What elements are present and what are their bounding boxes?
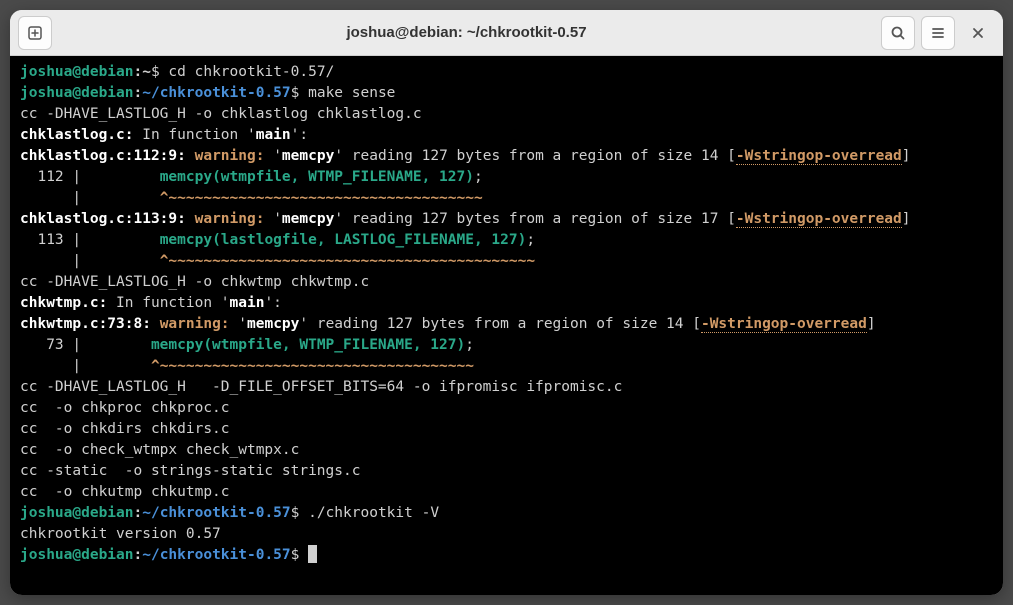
terminal-line: joshua@debian:~/chkrootkit-0.57$ ./chkro… — [20, 503, 993, 524]
terminal-line: joshua@debian:~/chkrootkit-0.57$ make se… — [20, 83, 993, 104]
terminal-line: chkwtmp.c:73:8: warning: 'memcpy' readin… — [20, 314, 993, 335]
terminal-line: cc -DHAVE_LASTLOG_H -D_FILE_OFFSET_BITS=… — [20, 377, 993, 398]
terminal-line: cc -static -o strings-static strings.c — [20, 461, 993, 482]
terminal-line: 73 | memcpy(wtmpfile, WTMP_FILENAME, 127… — [20, 335, 993, 356]
terminal-line: joshua@debian:~/chkrootkit-0.57$ — [20, 545, 993, 566]
terminal-line: 112 | memcpy(wtmpfile, WTMP_FILENAME, 12… — [20, 167, 993, 188]
terminal-line: cc -DHAVE_LASTLOG_H -o chkwtmp chkwtmp.c — [20, 272, 993, 293]
warning-label: warning: — [195, 148, 274, 164]
close-button[interactable] — [961, 16, 995, 50]
terminal-line: 113 | memcpy(lastlogfile, LASTLOG_FILENA… — [20, 230, 993, 251]
new-tab-button[interactable] — [18, 16, 52, 50]
menu-button[interactable] — [921, 16, 955, 50]
terminal-line: chklastlog.c: In function 'main': — [20, 125, 993, 146]
prompt-user: joshua@debian — [20, 64, 134, 80]
terminal-line: cc -DHAVE_LASTLOG_H -o chklastlog chklas… — [20, 104, 993, 125]
command-text: cd chkrootkit-0.57/ — [160, 64, 335, 80]
search-button[interactable] — [881, 16, 915, 50]
window-title: joshua@debian: ~/chkrootkit-0.57 — [52, 24, 881, 41]
terminal-line: joshua@debian:~$ cd chkrootkit-0.57/ — [20, 62, 993, 83]
terminal-window: joshua@debian: ~/chkrootkit-0.57 joshua@… — [10, 10, 1003, 595]
prompt-path: ~/chkrootkit-0.57 — [142, 85, 290, 101]
terminal-line: chkwtmp.c: In function 'main': — [20, 293, 993, 314]
terminal-line: | ^~~~~~~~~~~~~~~~~~~~~~~~~~~~~~~~~~~~~ — [20, 356, 993, 377]
command-text: make sense — [299, 85, 395, 101]
terminal-cursor — [308, 545, 317, 563]
terminal-line: cc -o chkproc chkproc.c — [20, 398, 993, 419]
terminal-content[interactable]: joshua@debian:~$ cd chkrootkit-0.57/ jos… — [10, 56, 1003, 595]
terminal-line: chklastlog.c:113:9: warning: 'memcpy' re… — [20, 209, 993, 230]
titlebar: joshua@debian: ~/chkrootkit-0.57 — [10, 10, 1003, 56]
terminal-line: cc -o chkdirs chkdirs.c — [20, 419, 993, 440]
terminal-line: chkrootkit version 0.57 — [20, 524, 993, 545]
terminal-line: cc -o chkutmp chkutmp.c — [20, 482, 993, 503]
terminal-line: | ^~~~~~~~~~~~~~~~~~~~~~~~~~~~~~~~~~~~~~… — [20, 251, 993, 272]
search-icon — [890, 25, 906, 41]
version-output: chkrootkit version 0.57 — [20, 526, 221, 542]
terminal-line: cc -o check_wtmpx check_wtmpx.c — [20, 440, 993, 461]
terminal-line: | ^~~~~~~~~~~~~~~~~~~~~~~~~~~~~~~~~~~~~ — [20, 188, 993, 209]
titlebar-right — [881, 16, 995, 50]
plus-icon — [27, 25, 43, 41]
command-text: ./chkrootkit -V — [299, 505, 439, 521]
compiler-option: -Wstringop-overread — [736, 148, 902, 165]
terminal-line: chklastlog.c:112:9: warning: 'memcpy' re… — [20, 146, 993, 167]
hamburger-icon — [930, 25, 946, 41]
close-icon — [971, 26, 985, 40]
